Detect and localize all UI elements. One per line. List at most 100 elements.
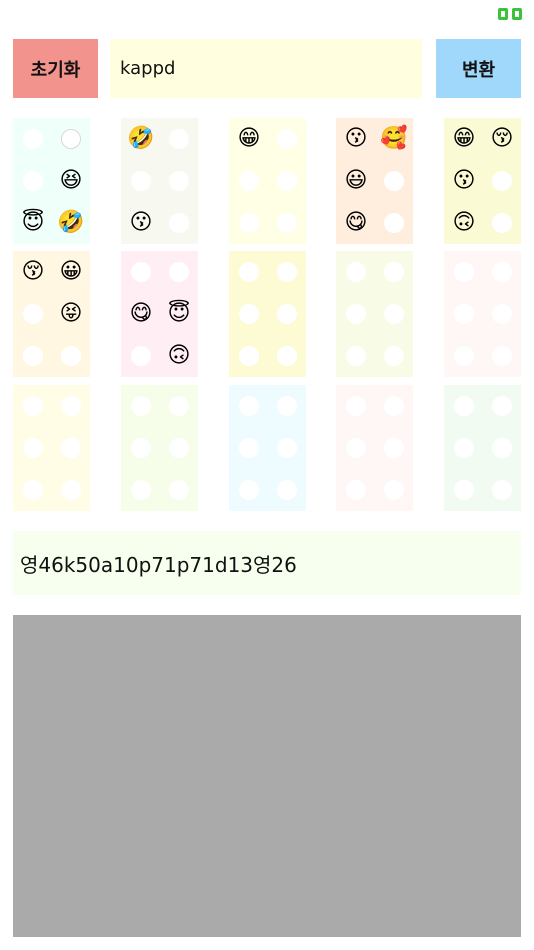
braille-cell[interactable]	[444, 385, 521, 511]
braille-dot-empty[interactable]	[492, 396, 512, 416]
braille-dot-empty[interactable]	[61, 396, 81, 416]
braille-dot-empty[interactable]	[277, 396, 297, 416]
braille-dot-empty[interactable]	[169, 262, 189, 282]
braille-dot-emoji[interactable]: 😃	[345, 170, 368, 192]
braille-dot-emoji[interactable]: 😁	[238, 128, 261, 150]
braille-dot-emoji[interactable]: 😝	[60, 303, 83, 325]
braille-dot-empty[interactable]	[492, 480, 512, 500]
braille-dot-empty[interactable]	[239, 346, 259, 366]
braille-dot-empty[interactable]	[169, 438, 189, 458]
braille-dot-emoji[interactable]: 😋	[345, 212, 368, 234]
braille-dot-empty[interactable]	[23, 438, 43, 458]
braille-cell[interactable]: 🤣 😗	[121, 118, 198, 244]
braille-dot-empty[interactable]	[23, 129, 43, 149]
braille-dot-emoji[interactable]: 😇	[22, 212, 45, 234]
braille-dot-empty[interactable]	[492, 171, 512, 191]
braille-dot-empty[interactable]	[346, 346, 366, 366]
braille-dot-empty[interactable]	[492, 346, 512, 366]
braille-dot-empty[interactable]	[384, 262, 404, 282]
braille-dot-emoji[interactable]: 🙃	[453, 212, 476, 234]
braille-dot-emoji[interactable]: 🤣	[57, 212, 84, 234]
braille-dot-empty[interactable]	[384, 480, 404, 500]
drawing-canvas[interactable]	[13, 615, 521, 937]
braille-dot-empty[interactable]	[454, 304, 474, 324]
braille-dot-emoji[interactable]: 🥰	[380, 128, 407, 150]
braille-dot-empty[interactable]	[454, 438, 474, 458]
braille-dot-emoji[interactable]: 😆	[60, 170, 83, 192]
braille-dot-empty[interactable]	[23, 396, 43, 416]
braille-dot-empty[interactable]	[169, 129, 189, 149]
braille-dot-empty[interactable]	[277, 213, 297, 233]
braille-cell[interactable]: 😚 😀 😝	[13, 251, 90, 377]
braille-dot-emoji[interactable]: 😇	[168, 303, 191, 325]
braille-dot-empty[interactable]	[277, 262, 297, 282]
braille-dot-empty[interactable]	[277, 346, 297, 366]
text-input[interactable]: kappd	[110, 39, 422, 98]
braille-dot-empty[interactable]	[492, 304, 512, 324]
braille-dot-empty[interactable]	[131, 396, 151, 416]
braille-dot-empty[interactable]	[169, 480, 189, 500]
braille-dot-emoji[interactable]: 😀	[60, 261, 83, 283]
braille-dot-empty[interactable]	[454, 262, 474, 282]
braille-dot-empty[interactable]	[384, 304, 404, 324]
braille-dot-empty[interactable]	[346, 480, 366, 500]
braille-cell[interactable]: 😋 😇 🙃	[121, 251, 198, 377]
braille-dot-empty[interactable]	[23, 304, 43, 324]
braille-dot-empty[interactable]	[169, 396, 189, 416]
braille-cell[interactable]: 😗 🥰 😃 😋	[336, 118, 413, 244]
braille-dot-empty[interactable]	[169, 171, 189, 191]
braille-dot-empty[interactable]	[61, 480, 81, 500]
braille-dot-emoji[interactable]: 😗	[130, 212, 153, 234]
braille-dot-empty[interactable]	[346, 438, 366, 458]
braille-dot-empty[interactable]	[492, 213, 512, 233]
braille-dot-empty[interactable]	[61, 129, 81, 149]
braille-cell[interactable]	[336, 385, 413, 511]
braille-dot-emoji[interactable]: 🤣	[127, 128, 154, 150]
braille-dot-empty[interactable]	[277, 438, 297, 458]
braille-dot-empty[interactable]	[384, 396, 404, 416]
braille-dot-empty[interactable]	[277, 171, 297, 191]
braille-cell[interactable]	[229, 385, 306, 511]
braille-dot-empty[interactable]	[346, 396, 366, 416]
braille-dot-empty[interactable]	[277, 480, 297, 500]
braille-dot-empty[interactable]	[346, 304, 366, 324]
braille-dot-empty[interactable]	[131, 346, 151, 366]
braille-cell[interactable]	[336, 251, 413, 377]
braille-dot-empty[interactable]	[454, 396, 474, 416]
braille-dot-empty[interactable]	[131, 480, 151, 500]
braille-dot-empty[interactable]	[239, 262, 259, 282]
braille-dot-empty[interactable]	[23, 346, 43, 366]
braille-dot-empty[interactable]	[61, 346, 81, 366]
braille-dot-empty[interactable]	[384, 438, 404, 458]
braille-cell[interactable]	[444, 251, 521, 377]
braille-dot-empty[interactable]	[61, 438, 81, 458]
braille-cell[interactable]	[13, 385, 90, 511]
braille-dot-emoji[interactable]: 😚	[491, 128, 514, 150]
braille-dot-empty[interactable]	[239, 396, 259, 416]
braille-dot-empty[interactable]	[384, 213, 404, 233]
braille-dot-emoji[interactable]: 😋	[130, 303, 153, 325]
braille-dot-empty[interactable]	[131, 171, 151, 191]
braille-dot-empty[interactable]	[239, 480, 259, 500]
braille-dot-emoji[interactable]: 😁	[453, 128, 476, 150]
braille-dot-emoji[interactable]: 🙃	[168, 345, 191, 367]
braille-dot-empty[interactable]	[239, 304, 259, 324]
reset-button[interactable]: 초기화	[13, 39, 98, 98]
braille-dot-empty[interactable]	[492, 262, 512, 282]
braille-dot-empty[interactable]	[239, 171, 259, 191]
braille-dot-emoji[interactable]: 😗	[453, 170, 476, 192]
braille-cell[interactable]: 😁 😚 😗 🙃	[444, 118, 521, 244]
braille-dot-emoji[interactable]: 😚	[22, 261, 45, 283]
braille-cell[interactable]	[229, 251, 306, 377]
braille-dot-empty[interactable]	[23, 480, 43, 500]
braille-dot-empty[interactable]	[492, 438, 512, 458]
braille-cell[interactable]: 😆 😇 🤣	[13, 118, 90, 244]
braille-dot-empty[interactable]	[131, 438, 151, 458]
braille-dot-empty[interactable]	[384, 171, 404, 191]
braille-cell[interactable]	[121, 385, 198, 511]
braille-dot-empty[interactable]	[346, 262, 366, 282]
convert-button[interactable]: 변환	[436, 39, 521, 98]
braille-dot-empty[interactable]	[23, 171, 43, 191]
braille-cell[interactable]: 😁	[229, 118, 306, 244]
braille-dot-empty[interactable]	[384, 346, 404, 366]
